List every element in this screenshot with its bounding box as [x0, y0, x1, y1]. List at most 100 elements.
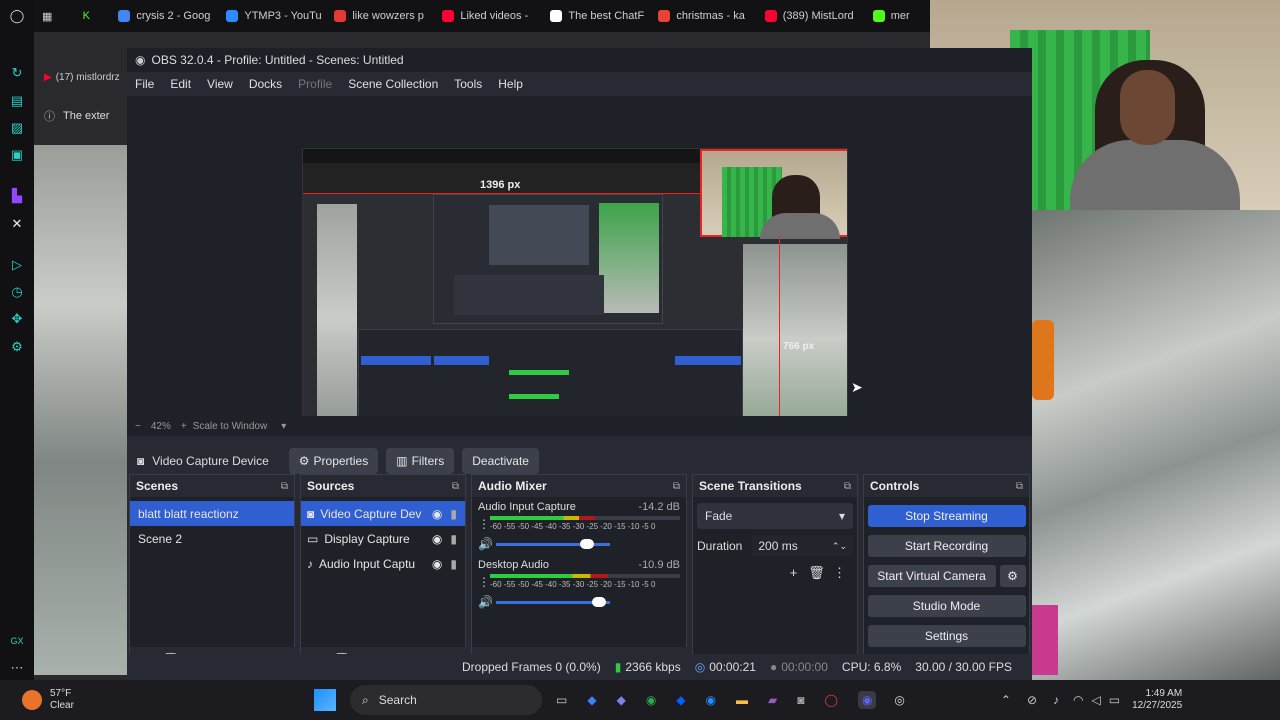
discord-icon[interactable]: ◉ [857, 691, 877, 709]
zoom-in-button[interactable]: + [181, 421, 187, 432]
tray-overflow-icon[interactable]: ⌃ [1001, 693, 1011, 707]
scale-mode[interactable]: Scale to Window [193, 421, 267, 432]
refresh-icon[interactable]: ↻ [9, 65, 25, 81]
volume-knob[interactable] [580, 538, 595, 549]
scene-item[interactable]: blatt blatt reactionz [130, 501, 294, 526]
weather-widget[interactable]: 57°F Clear [22, 688, 132, 712]
opera-gx-logo-icon[interactable]: ◯ [9, 8, 25, 24]
source-item[interactable]: ♪ Audio Input Captu ◉ ▮ [301, 551, 465, 576]
menu-docks[interactable]: Docks [241, 77, 290, 91]
edge-icon[interactable]: ◉ [706, 693, 716, 707]
start-virtual-camera-button[interactable]: Start Virtual Camera [867, 565, 996, 587]
transition-select[interactable]: Fade ▾ [697, 503, 853, 529]
browser-tab[interactable]: like wowzers p [326, 0, 434, 32]
volume-icon[interactable]: ◁ [1092, 693, 1101, 707]
lock-icon[interactable]: ▮ [450, 532, 457, 546]
microphone-tray-icon[interactable]: ♪ [1053, 693, 1059, 707]
battery-icon[interactable]: ▭ [1109, 693, 1120, 707]
clipchamp-icon[interactable]: ▰ [768, 693, 777, 707]
spinner-icon[interactable]: ⌃⌄ [832, 541, 847, 552]
stop-streaming-button[interactable]: Stop Streaming [867, 505, 1026, 527]
undock-icon[interactable]: ⧉ [673, 481, 680, 492]
obs-title-bar: ◉ OBS 32.0.4 - Profile: Untitled - Scene… [127, 48, 1032, 72]
settings-icon[interactable]: ⚙ [9, 339, 25, 355]
file-explorer-icon[interactable]: ▬ [736, 693, 748, 707]
taskbar-search[interactable]: ⌕ Search [350, 685, 542, 715]
duration-input[interactable]: 200 ms ⌃⌄ [752, 535, 853, 557]
browser-tab[interactable]: Liked videos - [434, 0, 542, 32]
kick-icon[interactable]: K [75, 0, 111, 32]
wallpaper-icon[interactable]: ▨ [9, 120, 25, 136]
x-icon[interactable]: ✕ [9, 216, 25, 232]
menu-file[interactable]: File [127, 77, 162, 91]
gx-corner-icon[interactable]: GX [9, 633, 25, 649]
menu-scene-collection[interactable]: Scene Collection [340, 77, 446, 91]
start-recording-button[interactable]: Start Recording [867, 535, 1026, 557]
scene-item[interactable]: Scene 2 [130, 526, 294, 551]
volume-slider[interactable] [496, 538, 610, 549]
windows-start-icon[interactable] [314, 689, 336, 711]
properties-button[interactable]: ⚙ Properties [288, 448, 379, 474]
speaker-icon[interactable]: 🔊 [478, 595, 496, 609]
twitch-icon[interactable]: ▙ [9, 188, 25, 204]
deactivate-button[interactable]: Deactivate [462, 448, 539, 474]
remove-transition-icon[interactable]: 🗑 [805, 565, 828, 581]
menu-profile[interactable]: Profile [290, 77, 340, 91]
zoom-out-button[interactable]: − [135, 421, 141, 432]
menu-help[interactable]: Help [490, 77, 531, 91]
visibility-eye-icon[interactable]: ◉ [432, 532, 442, 546]
clock[interactable]: 1:49 AM 12/27/2025 [1132, 688, 1182, 712]
browser-tab[interactable]: christmas - ka [650, 0, 756, 32]
virtual-camera-settings-icon[interactable]: ⚙ [999, 565, 1026, 587]
browser-tab[interactable]: crysis 2 - Goog [110, 0, 218, 32]
shop-icon[interactable]: ▤ [9, 93, 25, 109]
source-item[interactable]: ◙ Video Capture Dev ◉ ▮ [301, 501, 465, 526]
lock-icon[interactable]: ▮ [450, 557, 457, 571]
source-item[interactable]: ▭ Display Capture ◉ ▮ [301, 526, 465, 551]
tray-app-icon[interactable]: ⊘ [1027, 693, 1037, 707]
more-icon[interactable]: ⋯ [9, 660, 25, 676]
opera-icon[interactable]: ◯ [825, 693, 838, 707]
browser-tab[interactable]: mer [865, 0, 930, 32]
volume-slider[interactable] [496, 596, 610, 607]
copilot-icon[interactable]: ◆ [587, 693, 596, 707]
transition-menu-icon[interactable]: ⋮ [828, 565, 851, 581]
scale-dropdown-icon[interactable]: ▾ [281, 421, 286, 432]
filters-button[interactable]: ▥ Filters [386, 448, 455, 474]
speaker-icon[interactable]: 🔊 [478, 537, 496, 551]
history-icon[interactable]: ◷ [9, 284, 25, 300]
channel-menu-icon[interactable]: ⋮ [478, 575, 490, 589]
add-transition-icon[interactable]: + [782, 565, 805, 581]
player-icon[interactable]: ▷ [9, 257, 25, 273]
task-view-icon[interactable]: ▭ [556, 693, 567, 707]
browser-tab[interactable]: YTMP3 - YouTu [218, 0, 326, 32]
browser-tab[interactable]: The best ChatF [542, 0, 650, 32]
undock-icon[interactable]: ⧉ [281, 481, 288, 492]
obs-taskbar-icon[interactable]: ◎ [894, 693, 904, 707]
selected-webcam-source[interactable] [700, 149, 847, 239]
menu-view[interactable]: View [199, 77, 241, 91]
volume-knob[interactable] [591, 596, 606, 607]
undock-icon[interactable]: ⧉ [452, 481, 459, 492]
chrome-icon[interactable]: ◉ [646, 693, 656, 707]
preview-area[interactable]: 1396 px 766 px ➤ [127, 96, 1032, 456]
teams-icon[interactable]: ◆ [617, 693, 626, 707]
lock-icon[interactable]: ▮ [450, 507, 457, 521]
mail-icon[interactable]: ▣ [9, 147, 25, 163]
wifi-icon[interactable]: ◠ [1073, 693, 1083, 707]
studio-mode-button[interactable]: Studio Mode [867, 595, 1026, 617]
tab-manager-icon[interactable]: ▦ [34, 0, 75, 32]
visibility-eye-icon[interactable]: ◉ [432, 507, 442, 521]
dropbox-icon[interactable]: ◆ [676, 693, 685, 707]
preview-canvas[interactable]: 1396 px 766 px [302, 148, 848, 456]
menu-edit[interactable]: Edit [162, 77, 199, 91]
undock-icon[interactable]: ⧉ [844, 481, 851, 492]
settings-button[interactable]: Settings [867, 625, 1026, 647]
undock-icon[interactable]: ⧉ [1016, 481, 1023, 492]
menu-tools[interactable]: Tools [446, 77, 490, 91]
channel-menu-icon[interactable]: ⋮ [478, 517, 490, 531]
camera-app-icon[interactable]: ◙ [797, 693, 804, 707]
extensions-icon[interactable]: ✥ [9, 311, 25, 327]
visibility-eye-icon[interactable]: ◉ [432, 557, 442, 571]
browser-tab[interactable]: (389) MistLord [757, 0, 865, 32]
